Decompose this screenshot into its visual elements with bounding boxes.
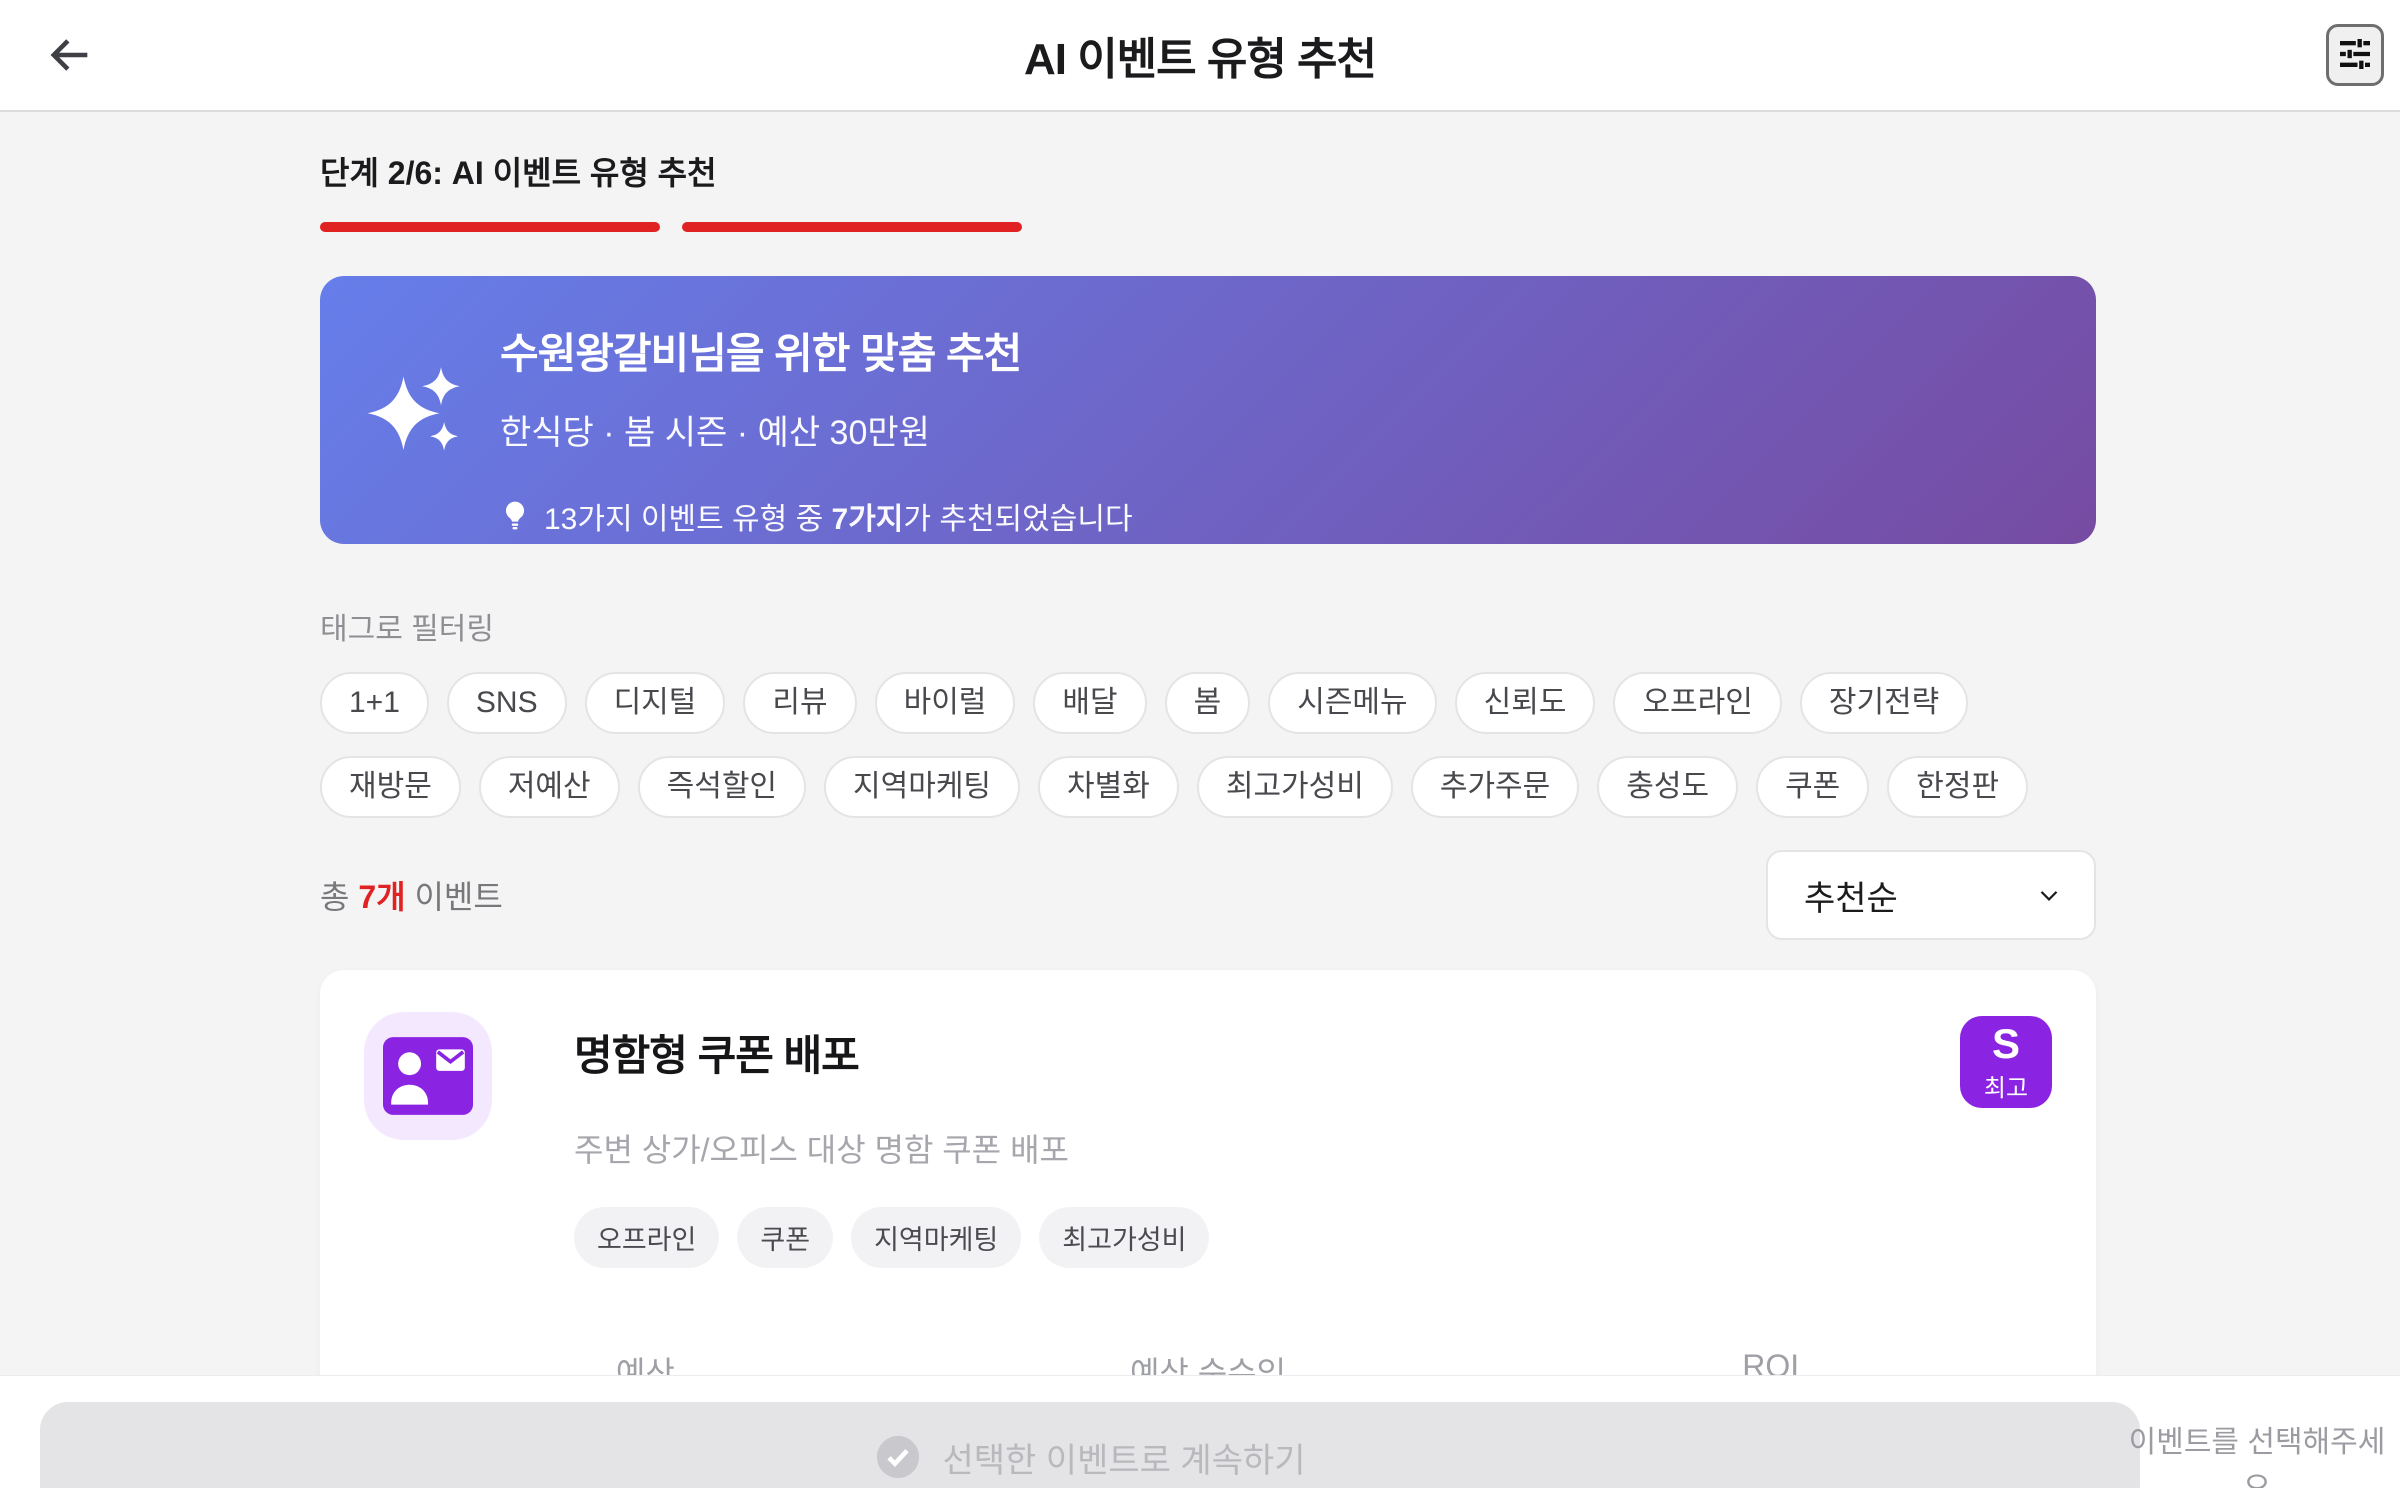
grade-badge: S 최고 <box>1960 1016 2052 1108</box>
filter-tag[interactable]: 쿠폰 <box>1756 756 1870 818</box>
footer-bar: 선택한 이벤트로 계속하기 이벤트를 선택해주세요 <box>0 1375 2400 1488</box>
filter-tag[interactable]: 차별화 <box>1038 756 1179 818</box>
back-button[interactable] <box>42 28 98 84</box>
progress-segment <box>682 222 1022 232</box>
page-title: AI 이벤트 유형 추천 <box>1023 35 1377 84</box>
filter-tag[interactable]: 오프라인 <box>1613 672 1782 734</box>
filter-tag[interactable]: 즉석할인 <box>637 756 807 818</box>
event-tag: 지역마케팅 <box>851 1207 1022 1268</box>
filter-tag[interactable]: SNS <box>446 672 567 734</box>
chevron-down-icon <box>2034 880 2064 910</box>
step-label: 단계 2/6: AI 이벤트 유형 추천 <box>320 155 717 191</box>
progress-segment <box>320 222 660 232</box>
banner-info: 13가지 이벤트 유형 중 7가지가 추천되었습니다 <box>500 494 1133 538</box>
event-tag: 최고가성비 <box>1039 1207 1210 1268</box>
lightbulb-icon <box>500 499 530 533</box>
filter-tag[interactable]: 충성도 <box>1597 756 1739 818</box>
filter-tag-list: 1+1 SNS 디지털 리뷰 바이럴 배달 봄 시즌메뉴 신뢰도 오프라인 장기전략재방문 저예산 즉석… <box>320 672 2096 818</box>
filter-tag[interactable]: 1+1 <box>320 672 429 734</box>
banner-title: 수원왕갈비님을 위한 맞춤 추천 <box>500 330 1022 377</box>
header: AI 이벤트 유형 추천 <box>0 0 2400 112</box>
filter-tag[interactable]: 지역마케팅 <box>824 756 1021 818</box>
filter-tag[interactable]: 배달 <box>1033 672 1147 734</box>
sort-dropdown[interactable]: 추천순 <box>1766 850 2096 940</box>
event-tag: 쿠폰 <box>737 1207 834 1268</box>
event-icon <box>364 1012 492 1140</box>
filter-tag[interactable]: 한정판 <box>1887 756 2029 818</box>
event-title: 명함형 쿠폰 배포 <box>574 1032 860 1079</box>
progress-bar <box>320 222 2096 232</box>
screen: AI 이벤트 유형 추천 단계 2/6: AI 이벤트 유형 추천 수원왕갈비님… <box>0 0 2400 1488</box>
contact-card-icon <box>383 1037 473 1115</box>
continue-button-label: 선택한 이벤트로 계속하기 <box>942 1441 1306 1480</box>
event-tag-list: 오프라인 쿠폰 지역마케팅 최고가성비 <box>574 1207 1960 1268</box>
results-row: 총 7개 이벤트 추천순 <box>320 850 2096 940</box>
filter-tag[interactable]: 장기전략 <box>1799 672 1969 734</box>
filter-label: 태그로 필터링 <box>320 613 494 646</box>
main-content: 단계 2/6: AI 이벤트 유형 추천 수원왕갈비님을 위한 맞춤 추천 한식… <box>160 110 2248 1488</box>
filter-settings-button[interactable] <box>2326 24 2384 86</box>
sparkles-icon <box>366 354 466 544</box>
filter-tag[interactable]: 최고가성비 <box>1196 756 1393 818</box>
event-card-main: 명함형 쿠폰 배포 주변 상가/오피스 대상 명함 쿠폰 배포 오프라인 쿠폰 지역… <box>574 1012 1960 1268</box>
filter-tag[interactable]: 디지털 <box>584 672 726 734</box>
grade-label: 최고 <box>1983 1074 2029 1102</box>
sort-selected-value: 추천순 <box>1804 879 1898 918</box>
continue-button[interactable]: 선택한 이벤트로 계속하기 <box>40 1402 2140 1488</box>
sliders-icon <box>2335 34 2375 77</box>
filter-tag[interactable]: 추가주문 <box>1410 756 1580 818</box>
filter-tag[interactable]: 시즌메뉴 <box>1268 672 1437 734</box>
filter-tag[interactable]: 신뢰도 <box>1454 672 1596 734</box>
filter-tag[interactable]: 저예산 <box>478 756 620 818</box>
event-tag: 오프라인 <box>574 1207 720 1268</box>
filter-tag[interactable]: 리뷰 <box>743 672 857 734</box>
selection-hint: 이벤트를 선택해주세요 <box>2128 1426 2386 1488</box>
banner-info-text: 13가지 이벤트 유형 중 7가지가 추천되었습니다 <box>544 503 1133 536</box>
results-count: 총 7개 이벤트 <box>320 879 503 915</box>
filter-tag[interactable]: 재방문 <box>320 756 461 818</box>
filter-tag[interactable]: 바이럴 <box>874 672 1016 734</box>
banner-body: 수원왕갈비님을 위한 맞춤 추천 한식당 · 봄 시즌 · 예산 30만원 13… <box>500 320 1133 544</box>
check-circle-icon <box>875 1434 921 1480</box>
ai-recommendation-banner: 수원왕갈비님을 위한 맞춤 추천 한식당 · 봄 시즌 · 예산 30만원 13… <box>320 276 2096 544</box>
event-description: 주변 상가/오피스 대상 명함 쿠폰 배포 <box>574 1132 1069 1168</box>
event-card-head: 명함형 쿠폰 배포 주변 상가/오피스 대상 명함 쿠폰 배포 오프라인 쿠폰 지역… <box>364 1012 2052 1268</box>
arrow-left-icon <box>44 29 96 84</box>
filter-tag[interactable]: 봄 <box>1164 672 1251 734</box>
grade-letter: S <box>1991 1019 2020 1067</box>
banner-subtitle: 한식당 · 봄 시즌 · 예산 30만원 <box>500 414 930 452</box>
